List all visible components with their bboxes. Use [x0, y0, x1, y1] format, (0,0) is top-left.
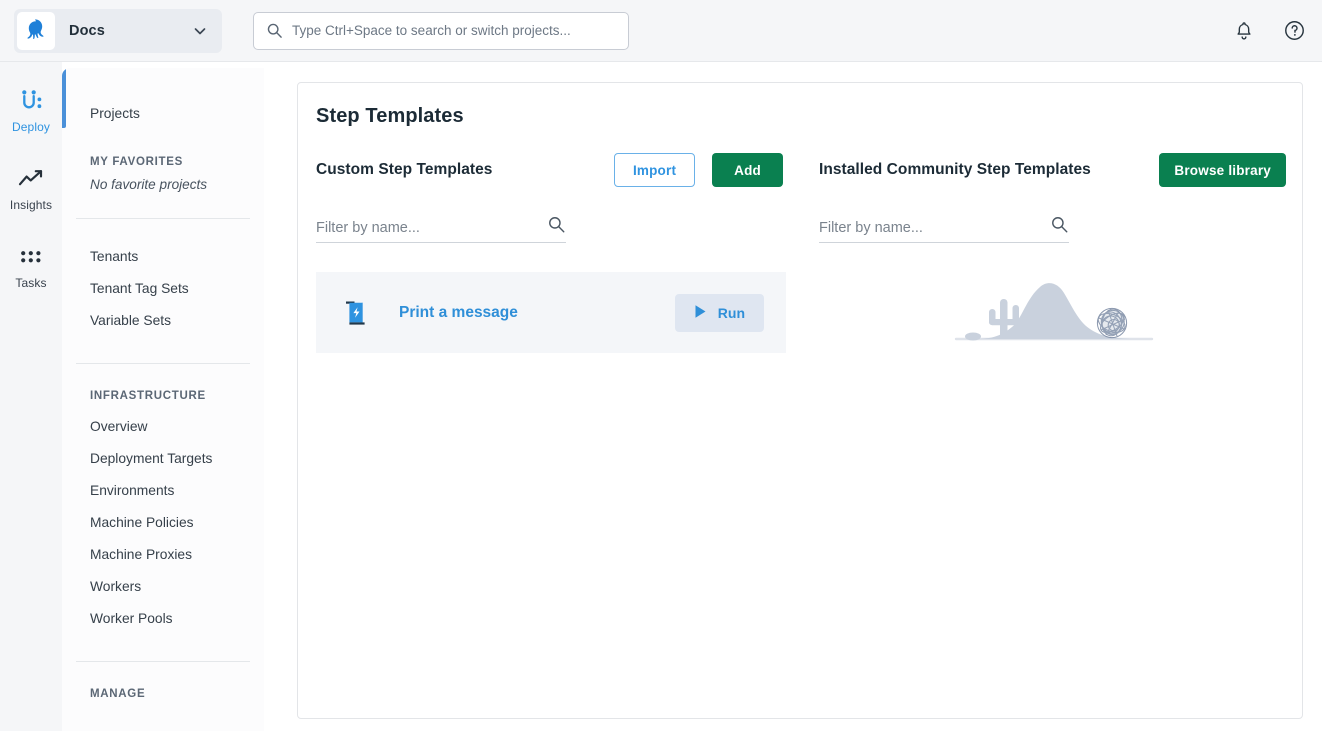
script-step-icon	[340, 296, 374, 330]
step-template-row[interactable]: Print a message Run	[316, 272, 786, 353]
search-icon[interactable]	[1050, 215, 1069, 236]
sidebar-item-workers[interactable]: Workers	[62, 571, 264, 603]
community-filter-row[interactable]	[819, 215, 1069, 243]
sidebar-heading-manage: MANAGE	[62, 688, 264, 700]
custom-column-title: Custom Step Templates	[316, 161, 492, 179]
topbar-actions	[1233, 19, 1306, 42]
insights-icon	[18, 166, 44, 192]
rail-item-insights[interactable]: Insights	[0, 166, 62, 212]
custom-column-actions: Import Add	[614, 153, 783, 187]
secondary-sidebar: Projects MY FAVORITES No favorite projec…	[62, 68, 264, 731]
bell-icon[interactable]	[1233, 20, 1255, 42]
step-templates-columns: Custom Step Templates Import Add	[298, 152, 1302, 362]
sidebar-item-tenants[interactable]: Tenants	[62, 241, 264, 273]
favorites-empty-text: No favorite projects	[62, 177, 264, 192]
rail-item-deploy-label: Deploy	[12, 120, 50, 134]
custom-filter-row[interactable]	[316, 215, 566, 243]
rail-item-tasks-label: Tasks	[15, 276, 46, 290]
rail-item-tasks[interactable]: Tasks	[0, 244, 62, 290]
community-filter-input[interactable]	[819, 220, 1050, 236]
community-column-actions: Browse library	[1159, 153, 1286, 187]
sidebar-divider-2	[76, 363, 250, 364]
sidebar-item-machine-policies[interactable]: Machine Policies	[62, 507, 264, 539]
sidebar-item-machine-proxies[interactable]: Machine Proxies	[62, 539, 264, 571]
project-name-label: Docs	[69, 23, 192, 39]
sidebar-item-worker-pools[interactable]: Worker Pools	[62, 603, 264, 635]
play-icon	[694, 304, 707, 322]
search-input[interactable]	[292, 23, 616, 38]
sidebar-divider-1	[76, 218, 250, 219]
help-circle-icon[interactable]	[1283, 19, 1306, 42]
add-button[interactable]: Add	[712, 153, 783, 187]
sidebar-divider-3	[76, 661, 250, 662]
import-button[interactable]: Import	[614, 153, 695, 187]
sidebar-item-projects[interactable]: Projects	[62, 98, 264, 130]
community-column-header: Installed Community Step Templates Brows…	[819, 152, 1286, 188]
step-templates-panel: Step Templates Custom Step Templates Imp…	[297, 82, 1303, 719]
rail-item-insights-label: Insights	[10, 198, 52, 212]
custom-filter-input[interactable]	[316, 220, 547, 236]
top-bar: Docs	[0, 0, 1322, 62]
sidebar-group-library: Tenants Tenant Tag Sets Variable Sets	[62, 241, 264, 337]
step-template-name[interactable]: Print a message	[399, 304, 518, 322]
deploy-icon	[19, 88, 43, 114]
sidebar-item-variable-sets[interactable]: Variable Sets	[62, 305, 264, 337]
active-section-indicator	[62, 68, 66, 128]
primary-nav-rail: Deploy Insights Tasks	[0, 62, 62, 731]
sidebar-heading-favorites: MY FAVORITES	[62, 156, 264, 168]
rail-item-deploy[interactable]: Deploy	[0, 88, 62, 134]
sidebar-item-tenant-tag-sets[interactable]: Tenant Tag Sets	[62, 273, 264, 305]
page-title: Step Templates	[316, 105, 1302, 128]
community-step-templates-column: Installed Community Step Templates Brows…	[801, 152, 1303, 362]
run-button-label: Run	[718, 305, 745, 321]
desert-empty-state-illustration	[954, 265, 1154, 362]
project-switcher[interactable]: Docs	[14, 9, 222, 53]
search-icon[interactable]	[547, 215, 566, 236]
community-column-title: Installed Community Step Templates	[819, 161, 1091, 179]
community-empty-state	[819, 265, 1289, 362]
search-icon	[266, 22, 283, 39]
browse-library-button[interactable]: Browse library	[1159, 153, 1286, 187]
custom-column-header: Custom Step Templates Import Add	[316, 152, 783, 188]
tasks-icon	[20, 244, 42, 270]
sidebar-item-deployment-targets[interactable]: Deployment Targets	[62, 443, 264, 475]
chevron-down-icon[interactable]	[192, 23, 208, 39]
sidebar-item-overview[interactable]: Overview	[62, 411, 264, 443]
octopus-logo-icon	[17, 12, 55, 50]
run-button[interactable]: Run	[675, 294, 764, 332]
sidebar-heading-infrastructure: INFRASTRUCTURE	[62, 390, 264, 402]
custom-step-templates-column: Custom Step Templates Import Add	[298, 152, 801, 362]
sidebar-item-environments[interactable]: Environments	[62, 475, 264, 507]
global-search[interactable]	[253, 12, 629, 50]
